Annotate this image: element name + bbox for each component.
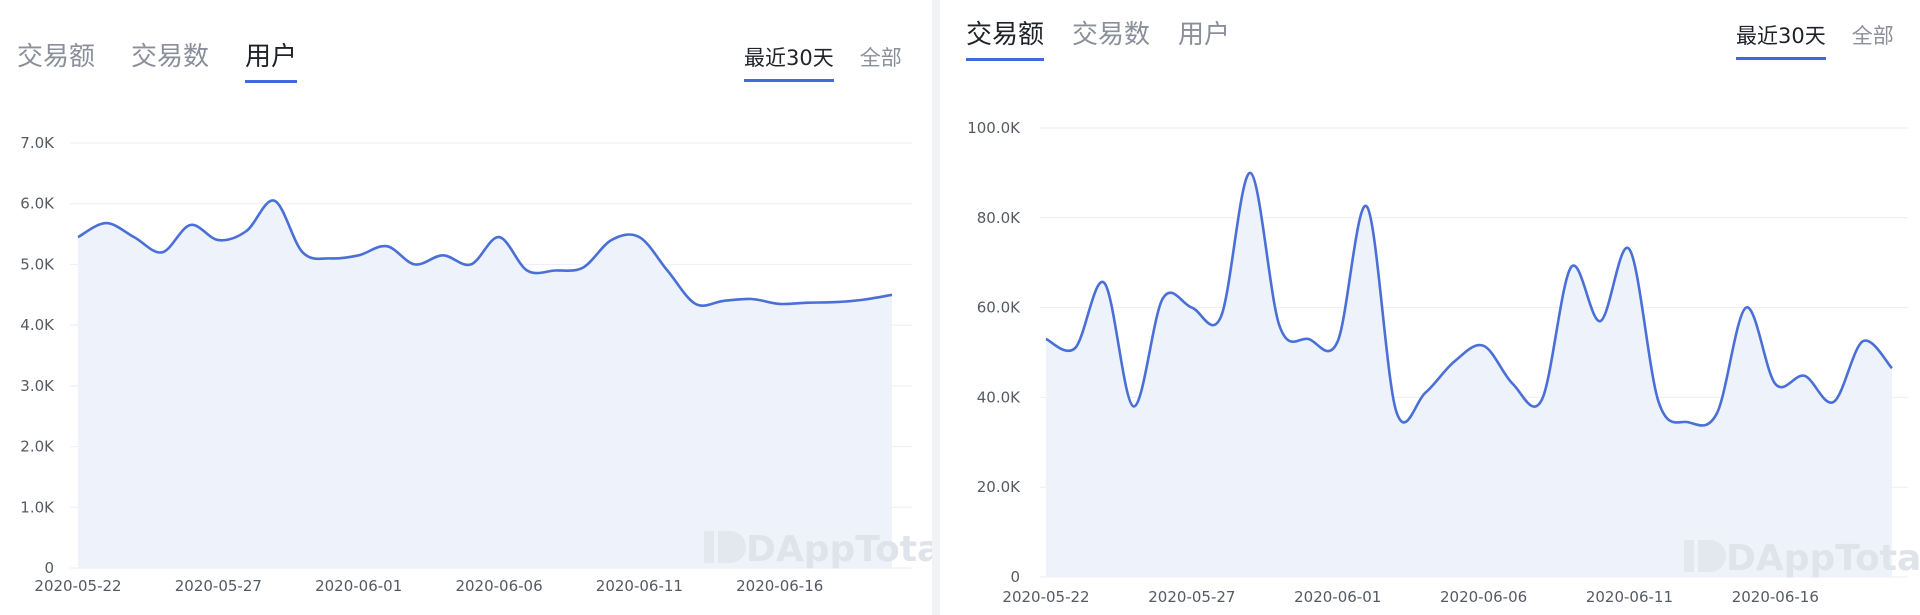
- data-point[interactable]: [159, 249, 165, 255]
- y-tick-label: 3.0K: [20, 377, 55, 395]
- data-point[interactable]: [1860, 338, 1866, 344]
- y-tick-label: 80.0K: [977, 209, 1021, 227]
- data-point[interactable]: [1364, 204, 1370, 210]
- x-tick-label: 2020-05-27: [175, 577, 262, 595]
- data-point[interactable]: [1276, 323, 1282, 329]
- y-tick-label: 2.0K: [20, 438, 55, 456]
- x-tick-label: 2020-06-11: [596, 577, 683, 595]
- data-point[interactable]: [1072, 345, 1078, 351]
- dapptotal-logo-icon: [1684, 540, 1726, 572]
- y-tick-label: 5.0K: [20, 255, 55, 273]
- data-point[interactable]: [215, 237, 221, 243]
- data-point[interactable]: [1393, 408, 1399, 414]
- data-point[interactable]: [608, 237, 614, 243]
- data-point[interactable]: [271, 198, 277, 204]
- x-tick-label: 2020-05-22: [1002, 588, 1089, 606]
- x-tick-label: 2020-06-16: [736, 577, 823, 595]
- data-point[interactable]: [1714, 410, 1720, 416]
- series-area-fill: [78, 200, 892, 568]
- data-point[interactable]: [1801, 373, 1807, 379]
- data-point[interactable]: [693, 301, 699, 307]
- data-point[interactable]: [1218, 314, 1224, 320]
- y-tick-label: 60.0K: [977, 299, 1021, 317]
- data-point[interactable]: [1189, 305, 1195, 311]
- x-tick-label: 2020-05-22: [34, 577, 121, 595]
- y-tick-label: 6.0K: [20, 195, 55, 213]
- data-point[interactable]: [1889, 365, 1895, 371]
- dapptotal-logo-icon: [704, 531, 746, 563]
- data-point[interactable]: [1306, 336, 1312, 342]
- data-point[interactable]: [1481, 343, 1487, 349]
- y-tick-label: 0: [44, 559, 54, 577]
- data-point[interactable]: [833, 299, 839, 305]
- x-tick-label: 2020-06-06: [455, 577, 542, 595]
- data-point[interactable]: [1451, 358, 1457, 364]
- chart-panel-volume: 交易额 交易数 用户 最近30天 全部 0 20.0K 40.0K 60.0K 80.0…: [940, 0, 1920, 615]
- data-point[interactable]: [468, 261, 474, 267]
- data-point[interactable]: [1626, 246, 1632, 252]
- data-point[interactable]: [664, 268, 670, 274]
- data-point[interactable]: [328, 255, 334, 261]
- data-point[interactable]: [1743, 305, 1749, 311]
- y-tick-label: 20.0K: [977, 478, 1021, 496]
- x-tick-label: 2020-06-01: [1294, 588, 1381, 606]
- data-point[interactable]: [552, 268, 558, 274]
- volume-area-chart: 0 20.0K 40.0K 60.0K 80.0K 100.0K 2020-05-22 202…: [967, 119, 1920, 606]
- data-point[interactable]: [243, 228, 249, 234]
- data-point[interactable]: [1510, 381, 1516, 387]
- x-tick-label: 2020-05-27: [1148, 588, 1235, 606]
- y-tick-label: 4.0K: [20, 316, 55, 334]
- chart-panel-users: 交易额 交易数 用户 最近30天 全部 0 1.0K 2.0K 3.0K 4.0K 5.0…: [0, 0, 932, 615]
- data-point[interactable]: [1772, 381, 1778, 387]
- data-point[interactable]: [1335, 338, 1341, 344]
- watermark-text: DAppTotal: [1726, 538, 1920, 579]
- y-tick-label: 7.0K: [20, 134, 55, 152]
- data-point[interactable]: [636, 234, 642, 240]
- data-point[interactable]: [1131, 403, 1137, 409]
- data-point[interactable]: [75, 234, 81, 240]
- x-tick-label: 2020-06-11: [1586, 588, 1673, 606]
- data-point[interactable]: [384, 243, 390, 249]
- data-point[interactable]: [496, 234, 502, 240]
- data-point[interactable]: [1685, 419, 1691, 425]
- x-tick-label: 2020-06-16: [1732, 588, 1819, 606]
- data-point[interactable]: [1247, 170, 1253, 176]
- data-point[interactable]: [580, 264, 586, 270]
- data-point[interactable]: [1422, 390, 1428, 396]
- series-area-fill: [1046, 172, 1892, 577]
- data-point[interactable]: [131, 234, 137, 240]
- data-point[interactable]: [861, 297, 867, 303]
- data-point[interactable]: [1597, 318, 1603, 324]
- y-tick-label: 1.0K: [20, 498, 55, 516]
- data-point[interactable]: [103, 220, 109, 226]
- data-point[interactable]: [1101, 280, 1107, 286]
- watermark-text: DAppTotal: [746, 529, 932, 570]
- data-point[interactable]: [1568, 264, 1574, 270]
- data-point[interactable]: [187, 222, 193, 228]
- x-tick-label: 2020-06-06: [1440, 588, 1527, 606]
- y-tick-label: 0: [1010, 568, 1020, 586]
- data-point[interactable]: [1656, 399, 1662, 405]
- y-tick-label: 100.0K: [967, 119, 1021, 137]
- data-point[interactable]: [805, 300, 811, 306]
- data-point[interactable]: [721, 298, 727, 304]
- data-point[interactable]: [1539, 397, 1545, 403]
- data-point[interactable]: [1043, 336, 1049, 342]
- data-point[interactable]: [524, 268, 530, 274]
- x-tick-label: 2020-06-01: [315, 577, 402, 595]
- data-point[interactable]: [1831, 399, 1837, 405]
- data-point[interactable]: [749, 296, 755, 302]
- y-tick-label: 40.0K: [977, 388, 1021, 406]
- data-point[interactable]: [412, 261, 418, 267]
- data-point[interactable]: [356, 252, 362, 258]
- data-point[interactable]: [300, 249, 306, 255]
- data-point[interactable]: [440, 252, 446, 258]
- data-point[interactable]: [777, 301, 783, 307]
- data-point[interactable]: [889, 292, 895, 298]
- users-area-chart: 0 1.0K 2.0K 3.0K 4.0K 5.0K 6.0K 7.0K 2020-05-22 2…: [20, 134, 932, 595]
- data-point[interactable]: [1160, 296, 1166, 302]
